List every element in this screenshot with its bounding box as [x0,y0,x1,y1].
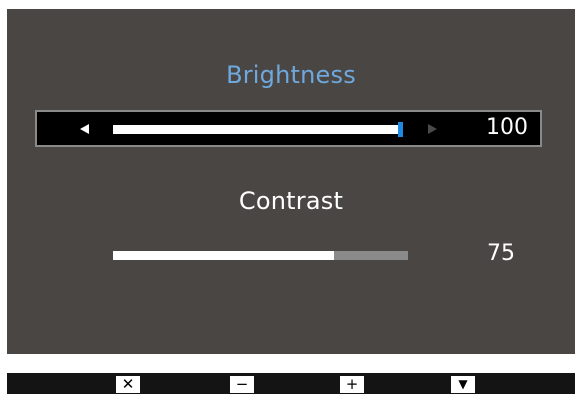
contrast-label: Contrast [238,187,344,215]
contrast-slider-track[interactable] [113,251,408,260]
brightness-label: Brightness [226,61,356,89]
arrow-left-icon[interactable] [80,124,89,134]
osd-menu-panel: Brightness 100 Contrast 75 [7,9,575,354]
contrast-value: 75 [487,241,515,266]
arrow-right-icon[interactable] [428,124,437,134]
brightness-slider-track[interactable] [113,122,403,137]
plus-button[interactable]: + [340,376,364,393]
brightness-slider-thumb[interactable] [398,122,403,137]
close-button[interactable]: ✕ [116,376,140,393]
brightness-slider-fill [113,125,398,134]
down-button[interactable]: ▼ [451,376,475,393]
brightness-slider-row[interactable]: 100 [35,110,542,147]
minus-button[interactable]: − [230,376,254,393]
brightness-value: 100 [486,115,528,140]
contrast-slider-fill [113,251,334,260]
control-button-bar: ✕ − + ▼ [7,373,575,394]
